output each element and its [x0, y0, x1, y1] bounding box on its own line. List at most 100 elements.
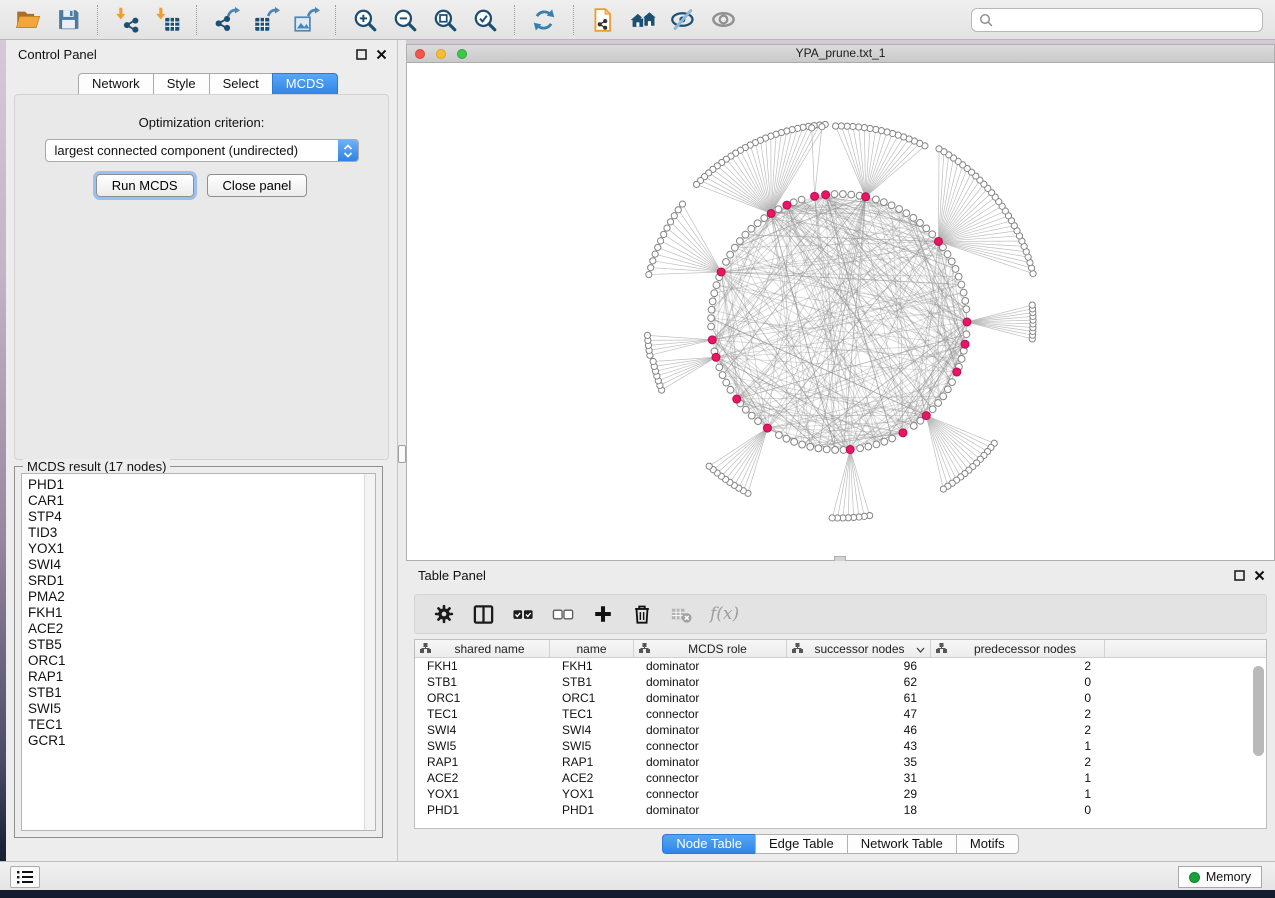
list-item[interactable]: GCR1 [28, 733, 375, 749]
mcds-list-scrollbar[interactable] [364, 474, 375, 830]
close-panel-icon[interactable] [1254, 569, 1265, 584]
table-cell: 2 [931, 723, 1105, 737]
window-minimize-icon[interactable] [436, 49, 446, 59]
refresh-icon[interactable] [528, 5, 560, 35]
tab-style[interactable]: Style [153, 73, 209, 95]
zoom-selected-icon[interactable] [469, 5, 501, 35]
table-cell: TEC1 [550, 707, 634, 721]
table-panel-header: Table Panel [406, 561, 1275, 587]
panel-splitter[interactable] [398, 40, 406, 861]
column-header-MCDS-role[interactable]: MCDS role [634, 640, 787, 657]
tab-select[interactable]: Select [209, 73, 272, 95]
table-tabs: Node TableEdge TableNetwork TableMotifs [406, 834, 1275, 854]
table-cell: SWI4 [550, 723, 634, 737]
hide-eye-icon[interactable] [667, 5, 699, 35]
table-scrollbar[interactable] [1253, 662, 1264, 822]
list-item[interactable]: ORC1 [28, 653, 375, 669]
list-item[interactable]: RAP1 [28, 669, 375, 685]
table-cell: ACE2 [550, 771, 634, 785]
column-header-shared-name[interactable]: shared name [415, 640, 550, 657]
task-history-button[interactable] [10, 866, 40, 888]
table-cell: 46 [787, 723, 931, 737]
show-eye-icon[interactable] [707, 5, 739, 35]
delete-table-icon[interactable] [670, 603, 693, 626]
table-row[interactable]: SWI5SWI5connector431 [415, 738, 1266, 754]
table-row[interactable]: RAP1RAP1dominator352 [415, 754, 1266, 770]
delete-column-icon[interactable] [631, 603, 653, 625]
zoom-out-icon[interactable] [389, 5, 421, 35]
list-item[interactable]: FKH1 [28, 605, 375, 621]
close-panel-icon[interactable] [376, 48, 387, 63]
table-row[interactable]: ORC1ORC1dominator610 [415, 690, 1266, 706]
table-cell: 47 [787, 707, 931, 721]
table-row[interactable]: ACE2ACE2connector311 [415, 770, 1266, 786]
function-builder-icon[interactable]: f(x) [710, 604, 739, 624]
search-input[interactable] [998, 13, 1255, 28]
share-document-icon[interactable] [587, 5, 619, 35]
table-row[interactable]: STB1STB1dominator620 [415, 674, 1266, 690]
gear-icon[interactable] [433, 603, 455, 625]
optimization-criterion-select[interactable]: largest connected component (undirected) [45, 139, 359, 162]
window-close-icon[interactable] [415, 49, 425, 59]
export-image-icon[interactable] [290, 5, 322, 35]
float-panel-icon[interactable] [356, 48, 367, 63]
tab-edge-table[interactable]: Edge Table [755, 834, 847, 854]
list-item[interactable]: PMA2 [28, 589, 375, 605]
open-folder-icon[interactable] [12, 5, 44, 35]
split-columns-icon[interactable] [472, 603, 495, 626]
list-item[interactable]: STB5 [28, 637, 375, 653]
list-item[interactable]: STP4 [28, 509, 375, 525]
list-item[interactable]: ACE2 [28, 621, 375, 637]
network-canvas[interactable] [407, 63, 1274, 560]
tab-network[interactable]: Network [78, 73, 153, 95]
save-icon[interactable] [52, 5, 84, 35]
export-table-icon[interactable] [250, 5, 282, 35]
export-network-icon[interactable] [210, 5, 242, 35]
list-item[interactable]: TEC1 [28, 717, 375, 733]
table-cell: SWI5 [415, 739, 550, 753]
column-header-successor-nodes[interactable]: successor nodes [787, 640, 931, 657]
mcds-result-list[interactable]: PHD1CAR1STP4TID3YOX1SWI4SRD1PMA2FKH1ACE2… [21, 473, 376, 831]
zoom-in-icon[interactable] [349, 5, 381, 35]
window-zoom-icon[interactable] [457, 49, 467, 59]
list-item[interactable]: TID3 [28, 525, 375, 541]
import-table-icon[interactable] [151, 5, 183, 35]
run-mcds-button[interactable]: Run MCDS [96, 174, 194, 197]
table-row[interactable]: PHD1PHD1dominator180 [415, 802, 1266, 818]
table-cell: dominator [634, 723, 787, 737]
tab-node-table[interactable]: Node Table [662, 834, 755, 854]
column-header-predecessor-nodes[interactable]: predecessor nodes [931, 640, 1105, 657]
close-panel-button[interactable]: Close panel [207, 174, 308, 197]
list-item[interactable]: PHD1 [28, 477, 375, 493]
add-column-icon[interactable] [592, 603, 614, 625]
table-row[interactable]: SWI4SWI4dominator462 [415, 722, 1266, 738]
splitter-handle[interactable] [398, 445, 406, 463]
select-all-icon[interactable] [512, 603, 535, 626]
tab-motifs[interactable]: Motifs [956, 834, 1019, 854]
network-window-titlebar[interactable]: YPA_prune.txt_1 [407, 45, 1274, 63]
column-header-name[interactable]: name [550, 640, 634, 657]
tab-network-table[interactable]: Network Table [847, 834, 956, 854]
toolbar-separator [97, 5, 98, 35]
table-row[interactable]: TEC1TEC1connector472 [415, 706, 1266, 722]
column-type-icon [420, 642, 431, 656]
network-window-title: YPA_prune.txt_1 [796, 46, 886, 60]
list-item[interactable]: CAR1 [28, 493, 375, 509]
zoom-fit-icon[interactable] [429, 5, 461, 35]
list-item[interactable]: STB1 [28, 685, 375, 701]
table-cell: SWI4 [415, 723, 550, 737]
deselect-all-icon[interactable] [552, 603, 575, 626]
table-cell: connector [634, 707, 787, 721]
list-item[interactable]: SRD1 [28, 573, 375, 589]
tab-mcds[interactable]: MCDS [272, 73, 338, 95]
list-item[interactable]: SWI5 [28, 701, 375, 717]
list-item[interactable]: YOX1 [28, 541, 375, 557]
table-row[interactable]: FKH1FKH1dominator962 [415, 658, 1266, 674]
float-panel-icon[interactable] [1234, 569, 1245, 584]
memory-button[interactable]: Memory [1178, 866, 1262, 888]
list-item[interactable]: SWI4 [28, 557, 375, 573]
scrollbar-thumb[interactable] [1253, 666, 1264, 756]
import-network-icon[interactable] [111, 5, 143, 35]
table-row[interactable]: YOX1YOX1connector291 [415, 786, 1266, 802]
home-icon[interactable] [627, 5, 659, 35]
